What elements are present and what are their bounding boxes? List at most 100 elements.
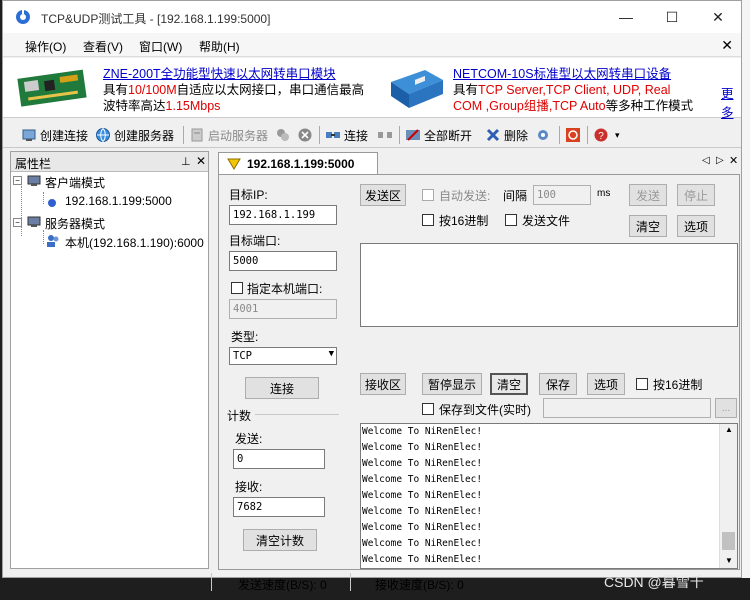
toolbar-separator — [183, 126, 184, 144]
new-connection-icon — [22, 129, 36, 141]
stop-icon[interactable] — [297, 127, 313, 143]
collapse-toggle-client[interactable]: − — [13, 176, 22, 185]
settings-gear-icon[interactable] — [535, 127, 551, 143]
local-port-input[interactable]: 4001 — [229, 299, 337, 319]
recv-area-button[interactable]: 接收区 — [360, 373, 406, 395]
scroll-down-icon[interactable]: ▼ — [725, 556, 733, 565]
power-icon[interactable] — [565, 127, 581, 143]
interval-unit: ms — [597, 188, 611, 199]
close-window-button[interactable]: ✕ — [695, 1, 741, 33]
auto-send-checkbox[interactable] — [422, 189, 434, 201]
delete-button[interactable]: 删除 — [485, 125, 528, 145]
toolbar-separator — [587, 126, 588, 144]
pin-icon[interactable]: ⊥ — [181, 155, 191, 168]
recv-clear-button[interactable]: 清空 — [490, 373, 528, 395]
disconnect-icon[interactable] — [377, 127, 393, 143]
help-icon[interactable]: ? — [593, 127, 609, 143]
send-button[interactable]: 发送 — [629, 184, 667, 206]
local-port-checkbox[interactable] — [231, 282, 243, 294]
minimize-button[interactable]: — — [603, 1, 649, 33]
chevron-down-icon: ▼ — [328, 349, 334, 359]
save-file-path-input[interactable] — [543, 398, 711, 418]
recv-line: Welcome To NiRenElec! — [362, 522, 483, 533]
recv-speed-status: 接收速度(B/S): 0 — [375, 578, 464, 592]
menu-help[interactable]: 帮助(H) — [199, 38, 240, 55]
connect-button[interactable]: 连接 — [325, 125, 368, 145]
local-port-label: 指定本机端口: — [247, 282, 323, 296]
interval-label: 间隔 — [503, 189, 528, 203]
tab-scroll-right-icon[interactable]: ▷ — [716, 155, 724, 166]
recv-line: Welcome To NiRenElec! — [362, 474, 483, 485]
save-to-file-checkbox[interactable] — [422, 403, 434, 415]
disconnect-all-button[interactable]: 全部断开 — [405, 125, 472, 145]
send-hex-checkbox[interactable] — [422, 214, 434, 226]
menu-window[interactable]: 窗口(W) — [139, 38, 182, 55]
recv-line: Welcome To NiRenElec! — [362, 426, 483, 437]
ad-banner: ZNE-200T全功能型快速以太网转串口模块 具有10/100M自适应以太网接口… — [3, 58, 741, 121]
tree-line — [21, 186, 22, 236]
start-server-icon — [191, 128, 203, 142]
ad-block-2[interactable]: NETCOM-10S标准型以太网转串口设备 具有TCP Server,TCP C… — [453, 66, 723, 114]
close-pane-icon[interactable]: ✕ — [196, 154, 206, 168]
tree-client-entry[interactable]: 192.168.1.199:5000 — [65, 194, 172, 208]
menu-view[interactable]: 查看(V) — [83, 38, 123, 55]
stop-button[interactable]: 停止 — [677, 184, 715, 206]
ad-more-link[interactable]: 更多 — [721, 83, 741, 121]
maximize-button[interactable]: ☐ — [649, 1, 695, 33]
send-file-checkbox[interactable] — [505, 214, 517, 226]
connect-toggle-button[interactable]: 连接 — [245, 377, 319, 399]
recv-save-button[interactable]: 保存 — [539, 373, 577, 395]
recv-hex-checkbox[interactable] — [636, 378, 648, 390]
svg-text:?: ? — [598, 131, 604, 142]
interval-input[interactable]: 100 — [533, 185, 591, 205]
recv-line: Welcome To NiRenElec! — [362, 442, 483, 453]
save-to-file-label: 保存到文件(实时) — [439, 403, 531, 417]
recv-options-button[interactable]: 选项 — [587, 373, 625, 395]
tree-server-entry[interactable]: 本机(192.168.1.190):6000 — [65, 234, 204, 251]
start-server-button[interactable]: 启动服务器 — [189, 125, 268, 145]
clear-count-button[interactable]: 清空计数 — [243, 529, 317, 551]
scroll-up-icon[interactable]: ▲ — [725, 425, 733, 434]
client-mode-icon — [27, 175, 41, 186]
scroll-thumb[interactable] — [722, 532, 735, 550]
tree-server-mode[interactable]: 服务器模式 — [45, 215, 105, 232]
send-file-label: 发送文件 — [522, 214, 571, 228]
status-divider — [211, 573, 212, 591]
ad-block-1[interactable]: ZNE-200T全功能型快速以太网转串口模块 具有10/100M自适应以太网接口… — [103, 66, 373, 114]
disconnect-all-icon — [406, 129, 420, 141]
recv-line: Welcome To NiRenElec! — [362, 506, 483, 517]
ad-1-title[interactable]: ZNE-200T全功能型快速以太网转串口模块 — [103, 66, 373, 82]
tree-client-mode[interactable]: 客户端模式 — [45, 174, 105, 191]
connect-plug-icon[interactable] — [275, 127, 291, 143]
send-clear-button[interactable]: 清空 — [629, 215, 667, 237]
pause-display-button[interactable]: 暂停显示 — [422, 373, 482, 395]
ad-2-title[interactable]: NETCOM-10S标准型以太网转串口设备 — [453, 66, 723, 82]
connection-status-dot-icon — [48, 199, 56, 207]
target-ip-input[interactable]: 192.168.1.199 — [229, 205, 337, 225]
send-count-label: 发送: — [235, 432, 263, 446]
send-area-button[interactable]: 发送区 — [360, 184, 406, 206]
recv-scrollbar[interactable]: ▲ ▼ — [719, 424, 737, 568]
create-server-button[interactable]: 创建服务器 — [95, 125, 174, 145]
menu-operate[interactable]: 操作(O) — [25, 38, 66, 55]
status-divider — [350, 573, 351, 591]
csdn-watermark: CSDN @暮雪千 — [604, 574, 704, 590]
create-connection-button[interactable]: 创建连接 — [21, 125, 88, 145]
target-port-input[interactable]: 5000 — [229, 251, 337, 271]
toolbar-overflow-icon[interactable]: ▾ — [615, 130, 620, 141]
collapse-toggle-server[interactable]: − — [13, 218, 22, 227]
tab-close-icon[interactable]: ✕ — [729, 154, 738, 167]
netcom-device-image — [391, 70, 443, 108]
recv-textarea[interactable]: Welcome To NiRenElec! Welcome To NiRenEle… — [360, 423, 738, 569]
type-select[interactable]: TCP ▼ — [229, 347, 337, 365]
tab-scroll-left-icon[interactable]: ◁ — [702, 155, 710, 166]
send-options-button[interactable]: 选项 — [677, 215, 715, 237]
tab-connection[interactable]: 192.168.1.199:5000 — [218, 152, 378, 174]
send-textarea[interactable] — [360, 243, 738, 327]
mdi-close-button[interactable]: ✕ — [721, 37, 733, 54]
browse-button[interactable]: ... — [715, 398, 737, 418]
send-count-field: 0 — [233, 449, 325, 469]
window-title: TCP&UDP测试工具 - [192.168.1.199:5000] — [41, 12, 271, 26]
tree-line — [43, 192, 44, 204]
toolbar-separator — [399, 126, 400, 144]
